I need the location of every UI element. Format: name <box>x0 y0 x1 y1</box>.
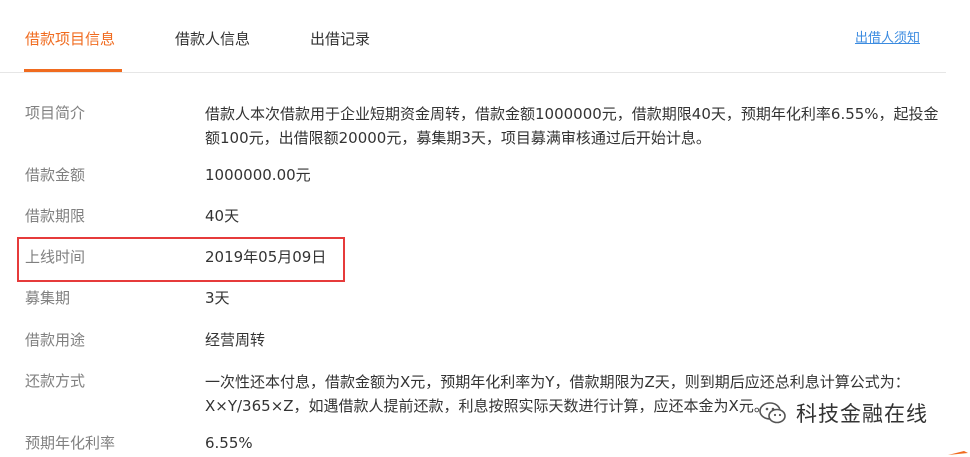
detail-value-rate: 6.55% <box>205 434 253 452</box>
detail-value-amount: 1000000.00元 <box>205 166 311 184</box>
detail-label: 募集期 <box>25 289 71 307</box>
lender-notice-link[interactable]: 出借人须知 <box>855 30 920 48</box>
tab-loan-project-info[interactable]: 借款项目信息 <box>25 29 115 49</box>
detail-label: 预期年化利率 <box>25 434 116 452</box>
highlight-box <box>17 237 345 282</box>
detail-label: 借款期限 <box>25 207 86 225</box>
watermark-text: 科技金融在线 <box>796 402 928 426</box>
orange-arrow-icon <box>948 451 968 455</box>
wechat-icon <box>758 398 788 428</box>
watermark: 科技金融在线 <box>758 393 928 433</box>
detail-value-term: 40天 <box>205 207 240 225</box>
detail-label: 项目简介 <box>25 104 86 122</box>
detail-value-raise-period: 3天 <box>205 289 230 307</box>
detail-label: 借款金额 <box>25 166 86 184</box>
tab-borrower-info[interactable]: 借款人信息 <box>175 29 250 49</box>
tab-bar: 借款项目信息 借款人信息 出借记录 出借人须知 <box>0 0 946 73</box>
detail-value-intro: 借款人本次借款用于企业短期资金周转，借款金额1000000元，借款期限40天，预… <box>205 105 939 147</box>
detail-value-purpose: 经营周转 <box>205 331 266 349</box>
tab-lending-records[interactable]: 出借记录 <box>310 29 370 49</box>
detail-label: 还款方式 <box>25 372 86 390</box>
active-tab-indicator <box>24 69 122 72</box>
detail-label: 借款用途 <box>25 331 86 349</box>
